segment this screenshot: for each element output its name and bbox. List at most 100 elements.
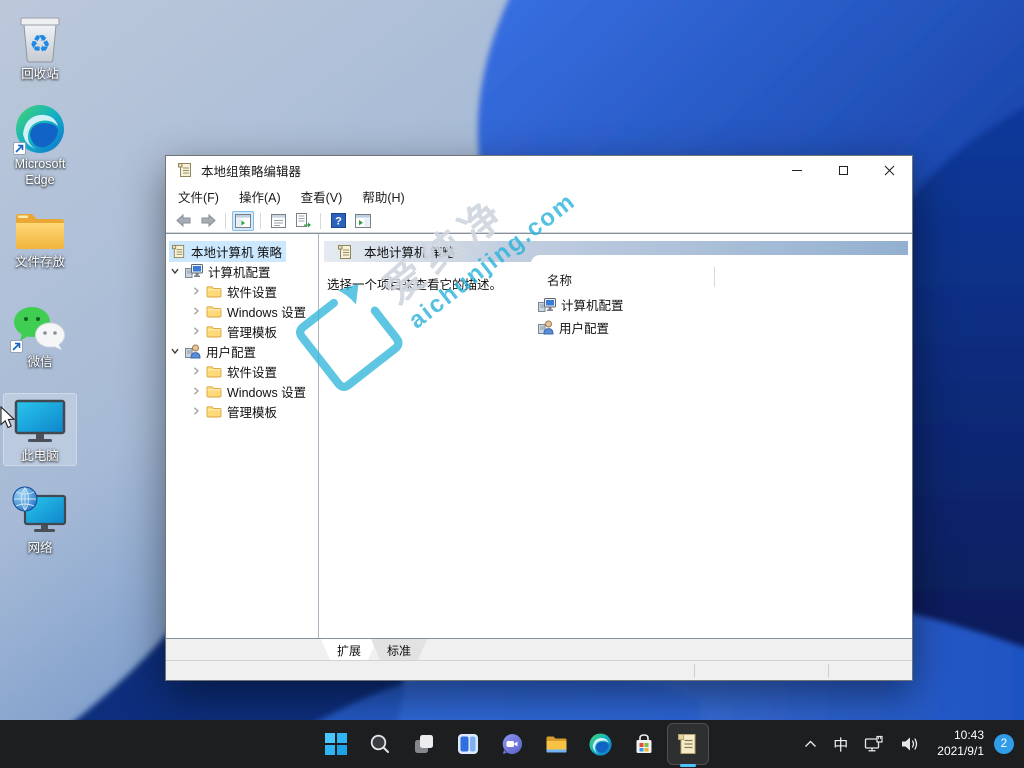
widgets-button[interactable] — [448, 724, 488, 764]
tab-standard[interactable]: 标准 — [371, 639, 427, 660]
list-item-user-configuration[interactable]: 用户配置 — [531, 316, 911, 339]
new-window-button[interactable] — [352, 211, 374, 231]
ime-mode-label: 中 — [833, 734, 848, 755]
tree-item-user-configuration[interactable]: 用户配置 — [166, 341, 318, 361]
tree-item-label: 管理模板 — [227, 402, 277, 421]
view-tabs: 扩展 标准 — [166, 639, 912, 660]
search-button[interactable] — [360, 724, 400, 764]
desktop-icon-recycle-bin[interactable]: ♻ 回收站 — [4, 12, 76, 83]
tree-item-admin-templates-user[interactable]: 管理模板 — [166, 401, 318, 421]
network-tray-button[interactable] — [857, 724, 891, 764]
wechat-icon — [12, 300, 68, 352]
export-list-button[interactable] — [292, 211, 314, 231]
svg-text:?: ? — [335, 216, 342, 228]
menu-view[interactable]: 查看(V) — [291, 184, 353, 209]
tree-item-software-settings[interactable]: 软件设置 — [166, 281, 318, 301]
taskbar-center-icons — [316, 720, 708, 768]
gpo-scroll-icon — [337, 244, 353, 260]
shortcut-arrow-icon — [10, 340, 23, 353]
tree-item-computer-configuration[interactable]: 计算机配置 — [166, 261, 318, 281]
folder-icon — [206, 385, 222, 398]
folder-icon — [206, 405, 222, 418]
show-console-tree-button[interactable] — [232, 211, 254, 231]
items-list-panel: 名称 计算机配置 用户配置 — [531, 255, 911, 638]
speaker-icon — [900, 735, 920, 753]
status-bar — [166, 660, 912, 680]
desktop-icon-file-folder[interactable]: 文件存放 — [4, 200, 76, 271]
maximize-button[interactable] — [820, 156, 866, 184]
taskbar-clock[interactable]: 10:43 2021/9/1 — [929, 728, 988, 759]
menu-file[interactable]: 文件(F) — [168, 184, 229, 209]
status-separator — [828, 664, 829, 678]
task-view-button[interactable] — [404, 724, 444, 764]
list-item-computer-configuration[interactable]: 计算机配置 — [531, 293, 911, 316]
file-explorer-button[interactable] — [536, 724, 576, 764]
desktop-icon-wechat[interactable]: 微信 — [4, 300, 76, 371]
desktop-icon-label: 文件存放 — [15, 255, 65, 271]
tree-item-local-computer-policy[interactable]: 本地计算机 策略 — [166, 241, 318, 261]
taskbar-gpedit-button[interactable] — [668, 724, 708, 764]
desktop-icon-label: 微信 — [27, 355, 52, 371]
menu-bar: 文件(F) 操作(A) 查看(V) 帮助(H) — [166, 184, 912, 209]
tree-item-label: Windows 设置 — [227, 302, 306, 321]
back-button[interactable] — [172, 211, 194, 231]
tree-item-label: 本地计算机 策略 — [191, 242, 282, 261]
tree-item-admin-templates[interactable]: 管理模板 — [166, 321, 318, 341]
notification-badge[interactable]: 2 — [994, 734, 1014, 754]
show-console-tree-icon — [235, 214, 251, 228]
gpo-scroll-icon — [171, 244, 186, 259]
volume-tray-button[interactable] — [893, 724, 927, 764]
folder-icon — [13, 200, 67, 252]
help-icon: ? — [331, 213, 346, 228]
widgets-icon — [457, 733, 479, 755]
desktop-icon-network[interactable]: 网络 — [4, 486, 76, 557]
chevron-right-icon[interactable] — [188, 286, 204, 296]
column-header-name[interactable]: 名称 — [531, 255, 911, 293]
system-tray: 中 10:43 2021/9/1 2 — [797, 720, 1018, 768]
edge-icon — [15, 102, 65, 154]
chevron-right-icon[interactable] — [188, 306, 204, 316]
ime-indicator[interactable]: 中 — [826, 724, 855, 764]
window-titlebar[interactable]: 本地组策略编辑器 — [166, 156, 912, 184]
edge-taskbar-button[interactable] — [580, 724, 620, 764]
toolbar-separator — [260, 213, 261, 229]
toolbar-separator — [320, 213, 321, 229]
tree-item-software-settings-user[interactable]: 软件设置 — [166, 361, 318, 381]
tab-extended[interactable]: 扩展 — [321, 639, 377, 660]
minimize-button[interactable] — [774, 156, 820, 184]
console-tree: 本地计算机 策略 计算机配置 软件设置 — [166, 234, 319, 638]
list-item-label: 计算机配置 — [561, 295, 624, 314]
tree-item-windows-settings[interactable]: Windows 设置 — [166, 301, 318, 321]
tree-item-windows-settings-user[interactable]: Windows 设置 — [166, 381, 318, 401]
chevron-right-icon[interactable] — [188, 366, 204, 376]
chevron-down-icon[interactable] — [167, 346, 183, 356]
new-window-icon — [355, 214, 371, 228]
list-item-label: 用户配置 — [559, 318, 609, 337]
clock-time: 10:43 — [937, 728, 984, 744]
forward-button[interactable] — [197, 211, 219, 231]
close-button[interactable] — [866, 156, 912, 184]
recycle-bin-icon: ♻ — [17, 12, 63, 64]
chevron-down-icon[interactable] — [167, 266, 183, 276]
maximize-icon — [839, 166, 848, 175]
menu-action[interactable]: 操作(A) — [229, 184, 291, 209]
desktop-icon-edge[interactable]: Microsoft Edge — [4, 102, 76, 188]
store-button[interactable] — [624, 724, 664, 764]
user-config-icon — [185, 344, 201, 359]
menu-help[interactable]: 帮助(H) — [352, 184, 414, 209]
help-button[interactable]: ? — [327, 211, 349, 231]
properties-button[interactable] — [267, 211, 289, 231]
export-list-icon — [295, 213, 311, 228]
chevron-right-icon[interactable] — [188, 386, 204, 396]
toolbar-separator — [225, 213, 226, 229]
this-pc-icon — [11, 394, 69, 446]
store-icon — [633, 733, 655, 755]
tree-item-label: Windows 设置 — [227, 382, 306, 401]
hidden-icons-button[interactable] — [797, 724, 824, 764]
chevron-right-icon[interactable] — [188, 326, 204, 336]
window-title: 本地组策略编辑器 — [201, 161, 301, 180]
desktop-icon-label: 网络 — [27, 541, 52, 557]
chat-button[interactable] — [492, 724, 532, 764]
start-button[interactable] — [316, 724, 356, 764]
chevron-right-icon[interactable] — [188, 406, 204, 416]
